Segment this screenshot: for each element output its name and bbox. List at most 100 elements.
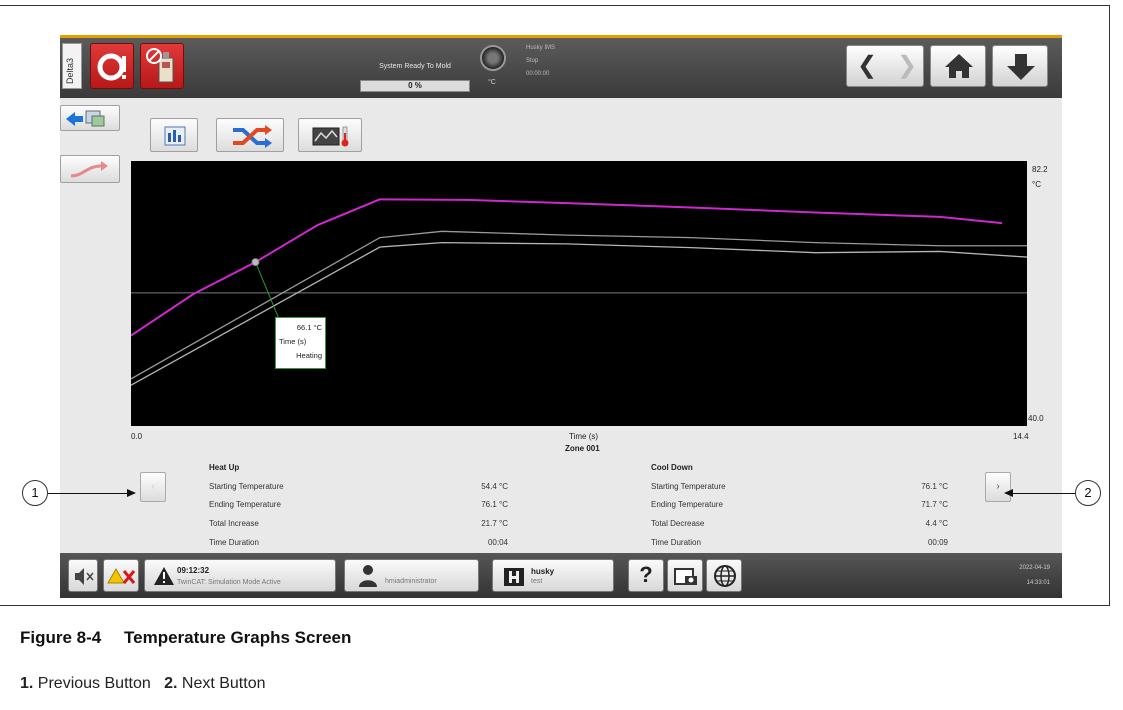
forward-arrow-icon[interactable]: ❯ (897, 46, 917, 86)
x-max-label: 14.4 (1013, 432, 1029, 441)
shuffle-button[interactable] (216, 118, 284, 152)
mute-button[interactable] (68, 559, 98, 592)
alarm-text: TwinCAT: Simulation Mode Active (177, 579, 281, 586)
husky-state-label: Stop (526, 58, 539, 64)
husky-timer-label: 00:00:00 (526, 71, 550, 77)
series-line-3 (130, 241, 1028, 386)
cool-down-value-duration: 00:09 (927, 538, 948, 547)
time-text: 14:33:01 (1026, 580, 1050, 586)
tooltip-temperature: 66.1 °C (296, 323, 322, 332)
cool-down-value-end: 71.7 °C (921, 500, 948, 509)
x-min-label: 0.0 (131, 432, 143, 441)
hover-point[interactable] (251, 258, 260, 267)
graph-thermometer-icon (312, 126, 349, 147)
x-axis-title: Time (s) (569, 432, 599, 441)
warning-clear-icon (107, 567, 136, 584)
down-arrow-icon (1007, 54, 1035, 80)
frame-border-right (1109, 5, 1110, 605)
document-page: Delta3 System Ready To Mold 0 % °C Husky… (0, 0, 1123, 710)
alarm-time: 09:12:32 (177, 566, 210, 575)
data-export-button[interactable] (60, 105, 120, 131)
side-tab[interactable]: Delta3 (62, 43, 82, 89)
hmi-screenshot: Delta3 System Ready To Mold 0 % °C Husky… (60, 35, 1062, 598)
screenshot-icon (674, 568, 697, 585)
tooltip-label: Time (s) (279, 337, 307, 346)
robot-stop-button[interactable] (140, 43, 184, 89)
callout-2: 2 (1075, 480, 1101, 506)
cool-down-value-start: 76.1 °C (921, 482, 948, 491)
screenshot-button[interactable] (667, 559, 703, 592)
legend-1-number: 1. (20, 675, 34, 692)
series-line-1 (130, 198, 1003, 337)
heat-up-label-start: Starting Temperature (209, 482, 284, 491)
user-name: hmiadministrator (385, 578, 437, 585)
husky-status-info: Husky IMS Stop 00:00:00 (526, 42, 555, 81)
next-button[interactable]: › (985, 472, 1011, 502)
alarm-message-button[interactable]: 09:12:32 TwinCAT: Simulation Mode Active (144, 559, 336, 592)
back-arrow-icon[interactable]: ❮ (857, 46, 877, 86)
alarm-icon (97, 53, 126, 81)
crossover-arrow-icon (70, 161, 108, 178)
heat-up-label-end: Ending Temperature (209, 500, 281, 509)
download-button[interactable] (992, 45, 1048, 87)
figure-title: Temperature Graphs Screen (124, 628, 352, 647)
alarm-button[interactable] (90, 43, 134, 89)
series-line-2 (130, 230, 1027, 380)
user-icon (359, 565, 377, 587)
clear-alarms-button[interactable] (103, 559, 139, 592)
cool-down-label-end: Ending Temperature (651, 500, 723, 509)
callout-1-line (48, 493, 128, 494)
figure-legend: 1. Previous Button 2. Next Button (20, 675, 266, 693)
date-text: 2022-04-19 (1019, 565, 1050, 571)
chart-title: Zone 001 (565, 444, 600, 453)
export-icon (66, 110, 105, 127)
user-button[interactable]: hmiadministrator (344, 559, 479, 592)
language-button[interactable] (706, 559, 742, 592)
heat-up-value-end: 76.1 °C (481, 500, 508, 509)
globe-icon (714, 565, 736, 587)
top-bar: Delta3 System Ready To Mold 0 % °C Husky… (60, 35, 1062, 98)
y-unit-label: °C (1032, 180, 1041, 189)
home-button[interactable] (930, 45, 986, 87)
heat-up-value-increase: 21.7 °C (481, 519, 508, 528)
temperature-graph-button[interactable] (298, 118, 362, 152)
mold-name: husky (531, 567, 555, 576)
mold-button[interactable]: husky test (492, 559, 614, 592)
speaker-muted-icon (75, 568, 94, 585)
warning-icon (154, 567, 174, 585)
callout-1: 1 (22, 480, 48, 506)
figure-caption: Figure 8-4 Temperature Graphs Screen (20, 628, 351, 648)
temperature-chart[interactable] (130, 161, 1028, 426)
tooltip-connector (254, 261, 280, 321)
temperature-gauge-icon (480, 45, 506, 71)
gauge-unit: °C (488, 79, 496, 86)
frame-border-top (0, 5, 1110, 6)
previous-button[interactable]: ‹ (140, 472, 166, 502)
y-max-label: 82.2 (1032, 165, 1048, 174)
top-accent-bar (60, 35, 1062, 38)
compare-button[interactable] (60, 155, 120, 183)
chart-plot (130, 198, 1028, 386)
callout-2-arrowhead (1004, 489, 1013, 497)
home-icon (945, 54, 973, 78)
callout-2-line (1012, 493, 1075, 494)
legend-2-number: 2. (164, 675, 178, 692)
progress-bar: 0 % (360, 80, 470, 92)
back-forward-group: ❮ ❯ (846, 45, 924, 87)
cool-down-label-start: Starting Temperature (651, 482, 726, 491)
date-time-display: 2022-04-19 14:33:01 (1019, 561, 1050, 591)
mold-sub: test (531, 578, 543, 585)
cool-down-value-decrease: 4.4 °C (925, 519, 948, 528)
cool-down-label-duration: Time Duration (651, 538, 701, 547)
mold-icon (504, 568, 524, 586)
spreadsheet-icon (164, 126, 186, 146)
legend-2-text: Next Button (181, 675, 266, 692)
y-min-label: 40.0 (1028, 414, 1044, 423)
zone-table-button[interactable] (150, 118, 198, 152)
progress-text: 0 % (408, 81, 422, 90)
figure-number: Figure 8-4 (20, 628, 102, 647)
cool-down-label-decrease: Total Decrease (651, 519, 705, 528)
shuffle-icon (233, 125, 272, 148)
help-button[interactable]: ? (628, 559, 664, 592)
heat-up-title: Heat Up (209, 463, 240, 472)
